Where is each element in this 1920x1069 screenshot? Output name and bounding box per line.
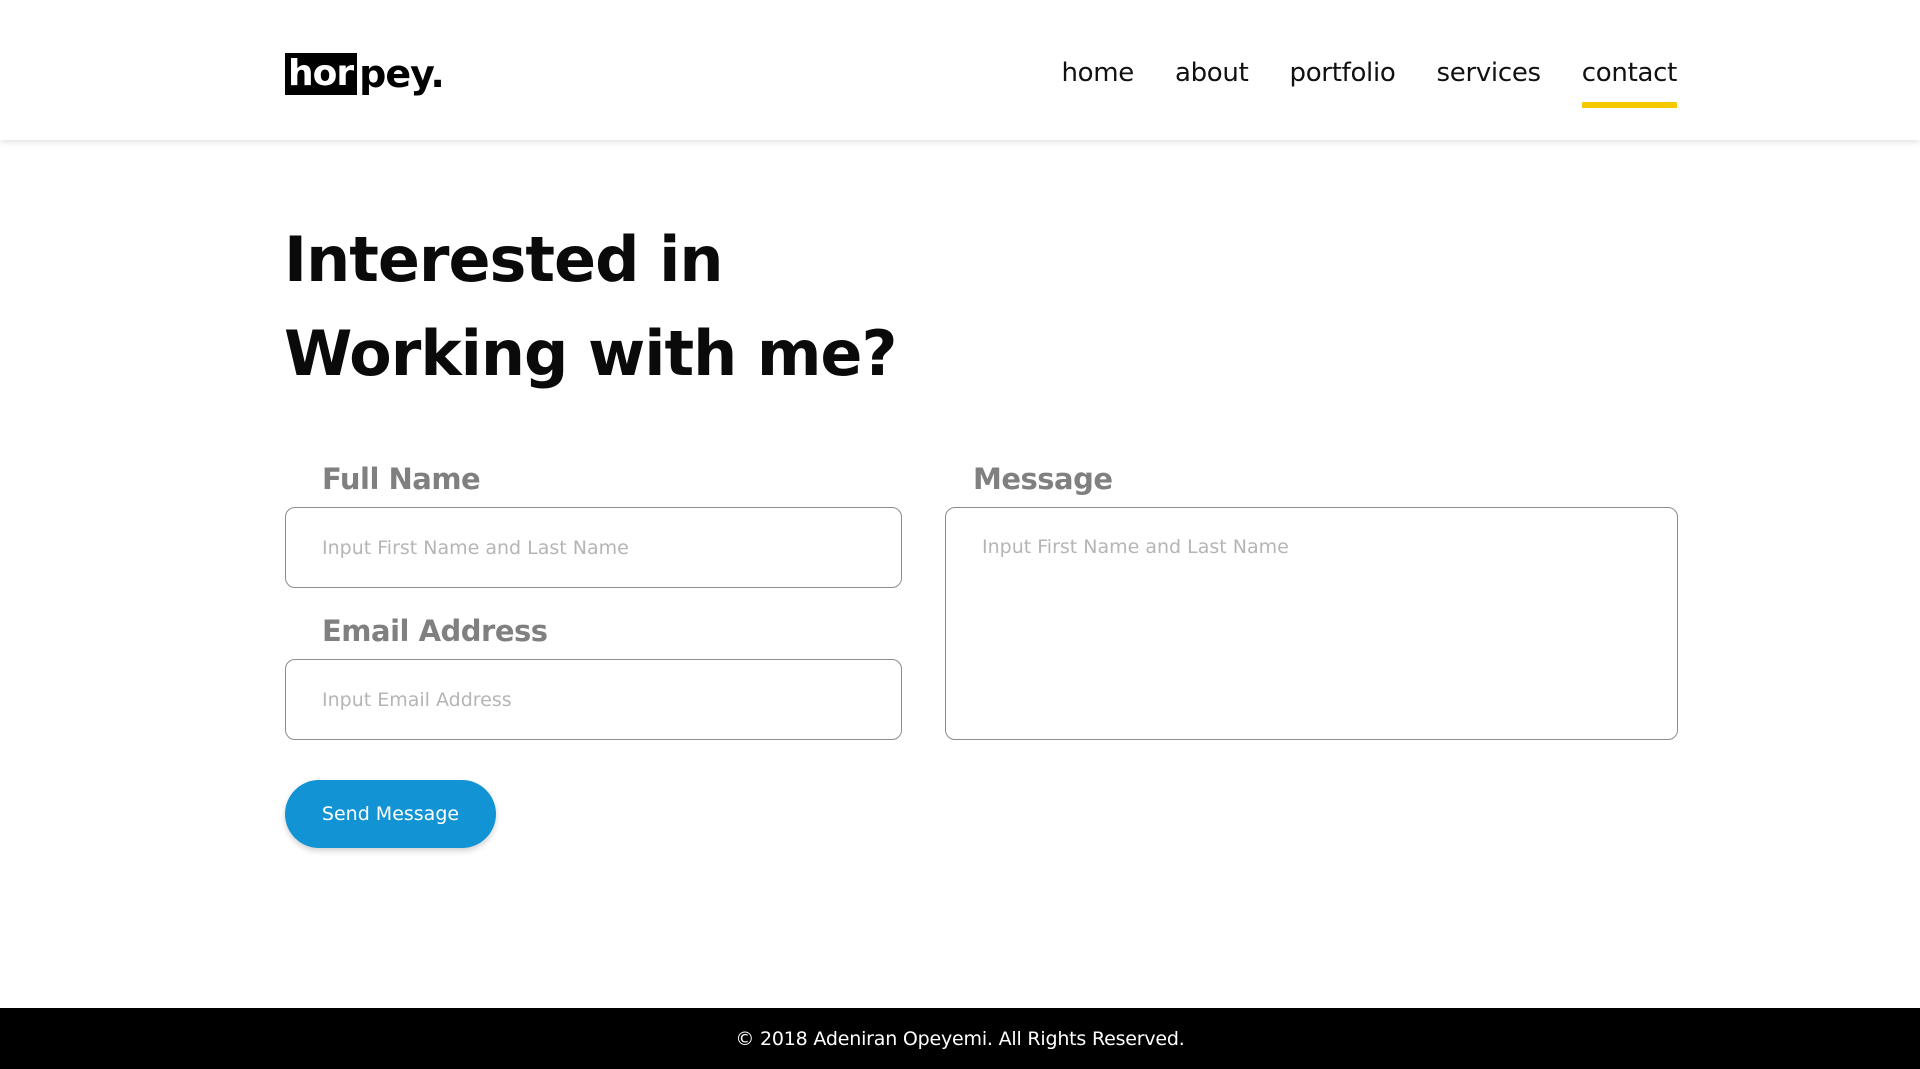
nav-item-portfolio[interactable]: portfolio bbox=[1290, 56, 1396, 90]
title-line-1: Interested in bbox=[284, 223, 723, 296]
site-header: hor pey. home about portfolio services c… bbox=[0, 0, 1920, 140]
nav-item-about[interactable]: about bbox=[1175, 56, 1249, 90]
main-nav: home about portfolio services contact bbox=[1020, 56, 1677, 108]
logo-highlight: hor bbox=[285, 53, 358, 95]
nav-item-home[interactable]: home bbox=[1061, 56, 1134, 90]
send-message-button[interactable]: Send Message bbox=[285, 780, 496, 848]
logo[interactable]: hor pey. bbox=[285, 52, 445, 96]
page-title: Interested in Working with me? bbox=[284, 213, 897, 401]
message-textarea[interactable] bbox=[945, 507, 1678, 740]
nav-item-services[interactable]: services bbox=[1437, 56, 1542, 90]
nav-item-contact[interactable]: contact bbox=[1581, 56, 1677, 108]
message-label: Message bbox=[973, 462, 1113, 496]
full-name-label: Full Name bbox=[322, 462, 481, 496]
site-footer: © 2018 Adeniran Opeyemi. All Rights Rese… bbox=[0, 1008, 1920, 1069]
logo-text: pey. bbox=[359, 52, 445, 96]
full-name-input[interactable] bbox=[285, 507, 902, 588]
title-line-2: Working with me? bbox=[284, 317, 897, 390]
email-label: Email Address bbox=[322, 614, 548, 648]
email-input[interactable] bbox=[285, 659, 902, 740]
copyright-text: © 2018 Adeniran Opeyemi. All Rights Rese… bbox=[735, 1027, 1185, 1050]
